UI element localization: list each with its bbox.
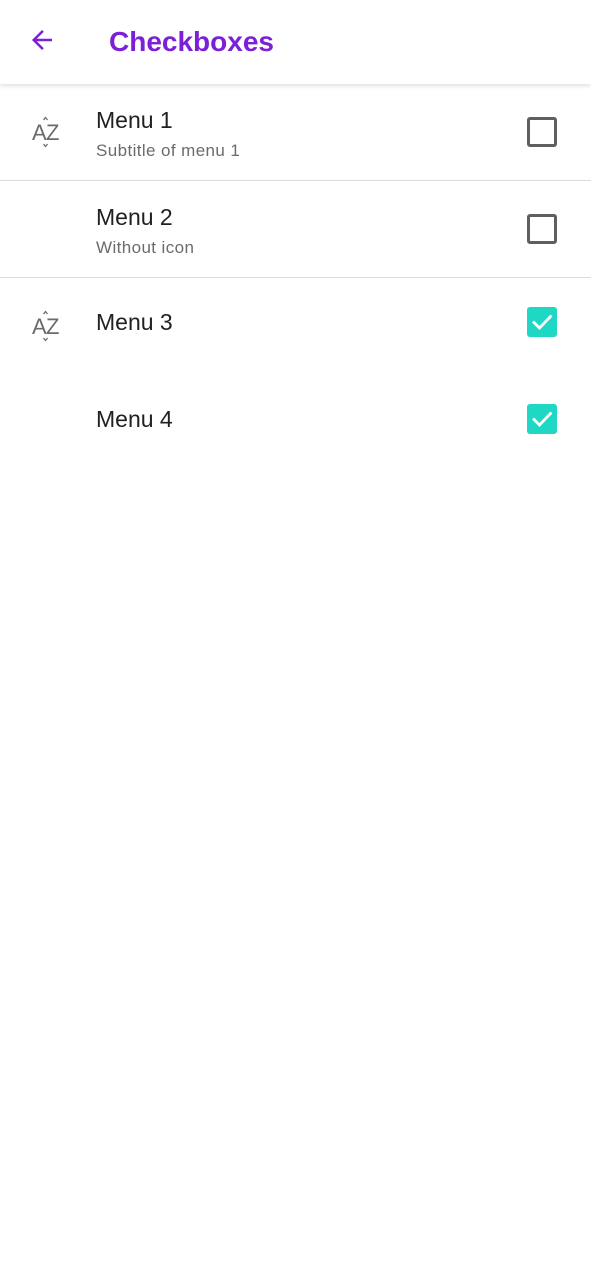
checkbox-menu-4[interactable] bbox=[527, 404, 557, 434]
checkbox-menu-2[interactable] bbox=[527, 214, 557, 244]
list-item-text: Menu 4 bbox=[96, 405, 173, 433]
list-item-menu-3[interactable]: A Z Menu 3 bbox=[0, 278, 591, 375]
list-item-subtitle: Without icon bbox=[96, 238, 195, 257]
list-item-title: Menu 4 bbox=[96, 406, 173, 432]
arrow-left-icon bbox=[27, 25, 57, 60]
sort-alphabetical-icon: A Z bbox=[28, 308, 68, 344]
page-title: Checkboxes bbox=[109, 26, 274, 57]
app-bar: Checkboxes bbox=[0, 0, 591, 84]
list-item-title: Menu 2 bbox=[96, 204, 173, 230]
svg-text:Z: Z bbox=[46, 120, 59, 145]
app-screen: Checkboxes A Z Menu 1 Subtitle of menu 1 bbox=[0, 0, 591, 1280]
list-item-menu-1[interactable]: A Z Menu 1 Subtitle of menu 1 bbox=[0, 84, 591, 181]
list-item-title: Menu 1 bbox=[96, 107, 173, 133]
svg-text:Z: Z bbox=[46, 314, 59, 339]
list-item-menu-2[interactable]: Menu 2 Without icon bbox=[0, 181, 591, 278]
svg-text:A: A bbox=[32, 314, 47, 339]
list-item-text: Menu 3 bbox=[96, 308, 173, 336]
svg-text:A: A bbox=[32, 120, 47, 145]
sort-alphabetical-icon: A Z bbox=[28, 114, 68, 150]
list-item-subtitle: Subtitle of menu 1 bbox=[96, 141, 241, 160]
checkbox-menu-1[interactable] bbox=[527, 117, 557, 147]
back-button[interactable] bbox=[18, 18, 66, 66]
list-item-text: Menu 1 Subtitle of menu 1 bbox=[96, 106, 240, 162]
list-item-text: Menu 2 Without icon bbox=[96, 203, 194, 259]
list-item-title: Menu 3 bbox=[96, 309, 173, 335]
list-item-menu-4[interactable]: Menu 4 bbox=[0, 375, 591, 472]
checkbox-menu-list: A Z Menu 1 Subtitle of menu 1 Menu 2 Wit… bbox=[0, 84, 591, 472]
checkbox-menu-3[interactable] bbox=[527, 307, 557, 337]
